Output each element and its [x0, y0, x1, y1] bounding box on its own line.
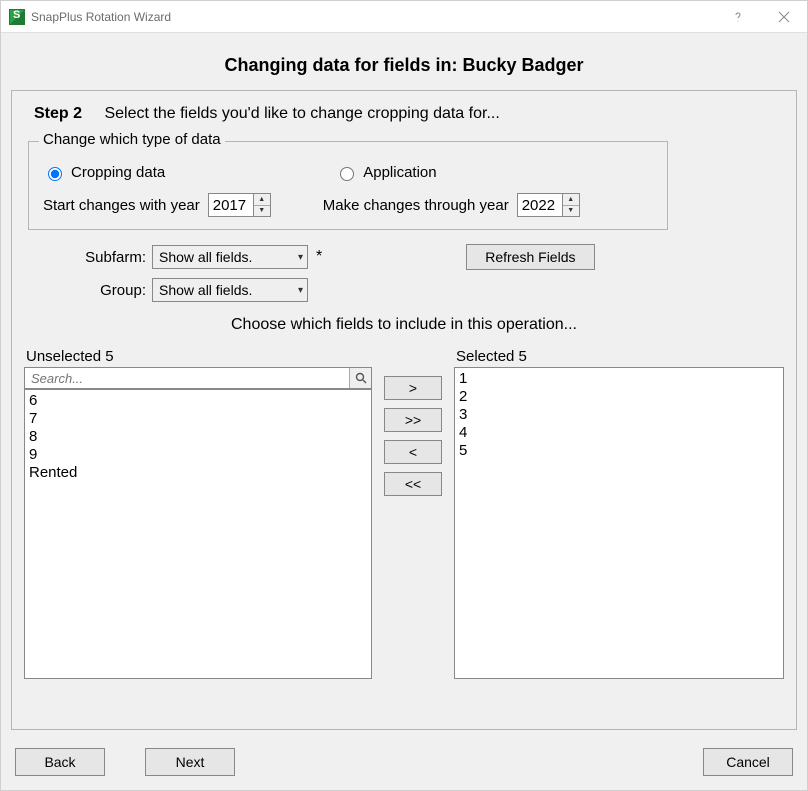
list-item[interactable]: 1: [459, 370, 779, 388]
subfarm-label: Subfarm:: [24, 249, 152, 266]
radio-cropping[interactable]: Cropping data: [43, 164, 165, 181]
page-heading: Changing data for fields in: Bucky Badge…: [1, 33, 807, 86]
unselected-title: Unselected 5: [24, 348, 372, 365]
start-year-label: Start changes with year: [43, 197, 200, 214]
start-year-spinner[interactable]: ▲ ▼: [208, 193, 271, 217]
window-root: SnapPlus Rotation Wizard Changing data f…: [0, 0, 808, 791]
through-year-spinner[interactable]: ▲ ▼: [517, 193, 580, 217]
chevron-down-icon: ▾: [298, 252, 303, 263]
list-item[interactable]: 2: [459, 388, 779, 406]
chevron-down-icon: ▾: [298, 285, 303, 296]
search-icon-button[interactable]: [349, 368, 371, 388]
move-all-left-button[interactable]: <<: [384, 472, 442, 496]
list-item[interactable]: 9: [29, 446, 367, 464]
start-year-down[interactable]: ▼: [254, 206, 270, 217]
window-title: SnapPlus Rotation Wizard: [31, 10, 171, 24]
list-item[interactable]: 6: [29, 392, 367, 410]
subfarm-required-asterisk: *: [316, 248, 322, 266]
through-year-input[interactable]: [518, 194, 562, 216]
radio-application-label: Application: [363, 164, 436, 181]
mover-buttons: > >> < <<: [384, 348, 442, 496]
content-frame: Step 2 Select the fields you'd like to c…: [11, 90, 797, 730]
step-label: Step 2: [34, 105, 82, 122]
subfarm-value: Show all fields.: [159, 249, 252, 265]
selected-listbox[interactable]: 12345: [454, 367, 784, 679]
through-year-down[interactable]: ▼: [563, 206, 579, 217]
selected-title: Selected 5: [454, 348, 784, 365]
close-button[interactable]: [761, 1, 807, 33]
list-item[interactable]: 4: [459, 424, 779, 442]
move-all-right-button[interactable]: >>: [384, 408, 442, 432]
dual-list: Unselected 5 6789Rented > >> < << Select…: [24, 348, 784, 679]
help-button[interactable]: [715, 1, 761, 33]
choose-text: Choose which fields to include in this o…: [24, 302, 784, 344]
through-year-label: Make changes through year: [323, 197, 509, 214]
next-button[interactable]: Next: [145, 748, 235, 776]
search-input[interactable]: [25, 368, 349, 388]
radio-cropping-input[interactable]: [48, 167, 62, 181]
cancel-button[interactable]: Cancel: [703, 748, 793, 776]
list-item[interactable]: 5: [459, 442, 779, 460]
list-item[interactable]: 8: [29, 428, 367, 446]
back-button[interactable]: Back: [15, 748, 105, 776]
group-label: Group:: [24, 282, 152, 299]
group-combo[interactable]: Show all fields. ▾: [152, 278, 308, 302]
data-type-groupbox: Change which type of data Cropping data …: [28, 141, 668, 230]
radio-cropping-label: Cropping data: [71, 164, 165, 181]
list-item[interactable]: Rented: [29, 464, 367, 482]
list-item[interactable]: 7: [29, 410, 367, 428]
radio-application-input[interactable]: [340, 167, 354, 181]
list-item[interactable]: 3: [459, 406, 779, 424]
app-icon: [9, 9, 25, 25]
groupbox-legend: Change which type of data: [39, 131, 225, 148]
radio-application[interactable]: Application: [335, 164, 436, 181]
start-year-input[interactable]: [209, 194, 253, 216]
close-icon: [778, 11, 790, 23]
search-icon: [355, 372, 367, 384]
help-icon: [732, 11, 744, 23]
unselected-search[interactable]: [24, 367, 372, 389]
move-left-button[interactable]: <: [384, 440, 442, 464]
start-year-up[interactable]: ▲: [254, 194, 270, 206]
subfarm-combo[interactable]: Show all fields. ▾: [152, 245, 308, 269]
step-text: Select the fields you'd like to change c…: [104, 105, 499, 122]
refresh-fields-button[interactable]: Refresh Fields: [466, 244, 594, 270]
move-right-button[interactable]: >: [384, 376, 442, 400]
unselected-listbox[interactable]: 6789Rented: [24, 389, 372, 679]
titlebar: SnapPlus Rotation Wizard: [1, 1, 807, 33]
group-value: Show all fields.: [159, 282, 252, 298]
footer: Back Next Cancel: [1, 738, 807, 790]
through-year-up[interactable]: ▲: [563, 194, 579, 206]
